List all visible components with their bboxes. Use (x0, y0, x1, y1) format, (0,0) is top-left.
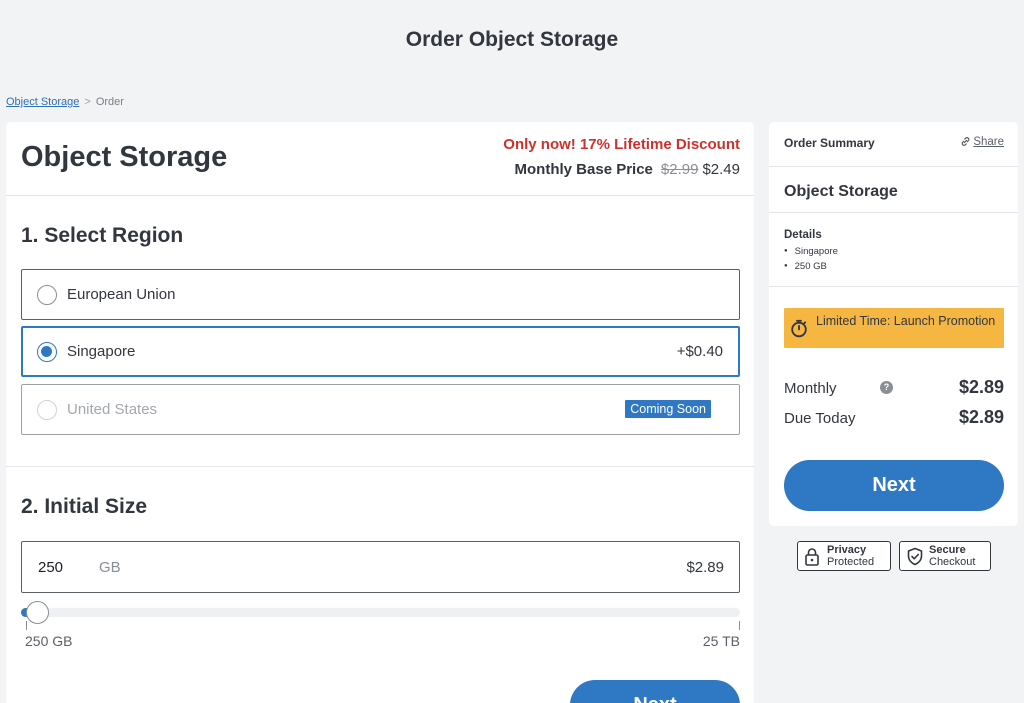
page-title: Order Object Storage (405, 28, 619, 51)
promo-banner: Limited Time: Launch Promotion (784, 308, 1004, 348)
breadcrumb-link-object-storage[interactable]: Object Storage (6, 96, 79, 108)
order-summary-title: Order Summary (784, 136, 875, 150)
secure-badge-text: Secure Checkout (929, 544, 975, 568)
region-option-european-union[interactable]: European Union (21, 269, 740, 320)
product-header: Object Storage Only now! 17% Lifetime Di… (6, 122, 754, 196)
radio-button-selected[interactable] (37, 342, 57, 362)
detail-item-size: 250 GB (784, 259, 838, 274)
slider-max-label: 25 TB (702, 633, 740, 649)
size-unit: GB (99, 559, 121, 576)
base-price-label: Monthly Base Price (514, 161, 653, 178)
details-title: Details (784, 229, 822, 241)
size-slider-thumb[interactable] (26, 601, 49, 624)
size-slider-track[interactable] (21, 608, 740, 617)
coming-soon-badge: Coming Soon (625, 400, 711, 418)
secure-checkout-badge: Secure Checkout (899, 541, 991, 571)
monthly-label: Monthly (784, 380, 837, 397)
privacy-subtitle: Protected (827, 556, 875, 568)
order-form-card: Object Storage Only now! 17% Lifetime Di… (6, 122, 754, 703)
share-link[interactable]: Share (960, 136, 1004, 148)
summary-divider (769, 212, 1018, 213)
slider-tick-min (26, 621, 27, 630)
link-icon (961, 137, 970, 146)
breadcrumb-separator: > (84, 96, 91, 108)
detail-item-region: Singapore (784, 244, 838, 259)
shield-check-icon (907, 547, 923, 566)
region-option-united-states: United States Coming Soon (21, 384, 740, 435)
stopwatch-icon (791, 319, 807, 338)
region-label: European Union (67, 286, 176, 303)
region-label: United States (67, 401, 158, 418)
due-today-label: Due Today (784, 410, 856, 427)
details-list: Singapore 250 GB (784, 244, 838, 274)
base-price: Monthly Base Price $2.99 $2.49 (515, 161, 740, 178)
due-today-value: $2.89 (958, 407, 1004, 427)
lock-icon (805, 548, 819, 566)
order-summary-card: Order Summary Share Object Storage Detai… (769, 122, 1018, 526)
region-section-title: 1. Select Region (21, 224, 184, 247)
section-divider (6, 466, 754, 467)
breadcrumb: Object Storage > Order (6, 96, 124, 108)
breadcrumb-current: Order (95, 96, 124, 108)
radio-button[interactable] (37, 285, 57, 305)
region-option-singapore[interactable]: Singapore +$0.40 (21, 326, 740, 377)
privacy-badge-text: Privacy Protected (827, 544, 874, 568)
summary-next-button[interactable]: Next (784, 460, 1004, 511)
privacy-protected-badge: Privacy Protected (797, 541, 891, 571)
region-label: Singapore (67, 343, 136, 360)
share-label: Share (973, 136, 1004, 148)
promo-banner-text: Limited Time: Launch Promotion (816, 314, 996, 328)
size-input-field[interactable]: GB $2.89 (21, 541, 740, 593)
promo-discount-text: Only now! 17% Lifetime Discount (503, 136, 740, 153)
monthly-value: $2.89 (958, 377, 1004, 397)
radio-button-disabled (37, 400, 57, 420)
size-section-title: 2. Initial Size (21, 495, 148, 518)
secure-subtitle: Checkout (929, 556, 976, 568)
size-value-input[interactable] (38, 559, 88, 576)
slider-min-label: 250 GB (25, 633, 73, 649)
region-price: +$0.40 (676, 343, 723, 360)
slider-tick-max (739, 621, 740, 630)
summary-divider (769, 286, 1018, 287)
next-button[interactable]: Next (570, 680, 740, 703)
size-price: $2.89 (686, 559, 724, 576)
privacy-title: Privacy (827, 544, 867, 556)
summary-product-name: Object Storage (784, 183, 898, 200)
secure-title: Secure (929, 544, 966, 556)
product-title: Object Storage (21, 141, 228, 173)
old-price: $2.99 (660, 161, 699, 178)
help-icon[interactable]: ? (880, 381, 893, 394)
new-price: $2.49 (702, 161, 740, 178)
order-summary-header: Order Summary Share (769, 122, 1018, 167)
